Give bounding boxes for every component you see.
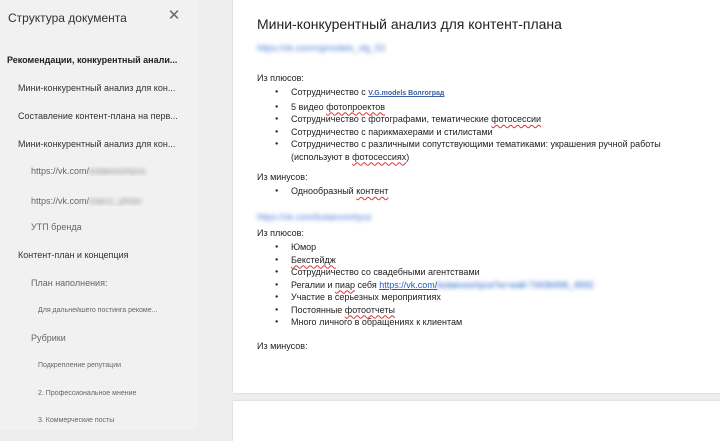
document-page[interactable]: Мини-конкурентный анализ для контент-пла… [233,0,720,393]
list-item: Постоянные фотоотчеты [257,304,712,317]
outline-item-mini-analysis-1[interactable]: Мини-конкурентный анализ для кон... [18,83,183,93]
minus-list-1: Однообразный контент [257,185,712,198]
vk-wall-link[interactable]: https://vk.com/ [379,280,437,290]
list-item: Много личного в обращениях к клиентам [257,316,712,329]
list-item-text: Постоянные [291,304,345,315]
list-item: 5 видео фотопроектов [257,101,712,114]
outline-link-text: https://vk.com/ [31,166,90,176]
outline-item-content-plan[interactable]: Составление контент-плана на перв... [18,111,183,121]
list-item-text: Регалии и [291,279,336,290]
vk-wall-link-blurred[interactable]: bulaevoortyca?w=wall-73436496_4592 [437,280,593,290]
document-outline-panel: Структура документа ✕ Рекомендации, конк… [0,0,197,430]
list-item-text: ) [406,151,410,162]
outline-item-fill-plan[interactable]: План наполнения: [31,278,181,288]
outline-item-utp[interactable]: УТП бренда [31,222,181,232]
outline-item-rubrics[interactable]: Рубрики [31,333,181,343]
misspelled-word[interactable]: контент [356,186,388,196]
outline-link-blurred: marc1_photo [89,196,142,206]
document-page-2[interactable] [233,401,720,441]
minus-label-1: Из минусов: [257,172,308,182]
misspelled-word[interactable]: фотосессии [491,114,541,124]
misspelled-word[interactable]: Бекстейдж [291,255,336,265]
list-item-text: Сотрудничество с различными сопутствующи… [291,139,661,162]
outline-item-professional-opinion[interactable]: 2. Профессиональное мнение [38,390,183,397]
list-item: Сотрудничество с парикмахерами и стилист… [257,126,712,139]
plus-label-2: Из плюсов: [257,228,304,238]
close-icon[interactable]: ✕ [166,8,182,24]
document-link-1[interactable]: https://vk.com/vgmodels_vlg_53 [257,43,385,53]
misspelled-word[interactable]: фотоотчеты [345,305,395,315]
minus-label-2: Из минусов: [257,341,308,351]
misspelled-word[interactable]: фотосессиях [352,152,406,162]
list-item-text: Сотрудничество с фотографами, тематическ… [291,114,492,124]
outline-item-further-posting[interactable]: Для дальнейшего постинга рекоме... [38,307,183,314]
plus-list-2: Юмор Бекстейдж Сотрудничество со свадебн… [257,241,712,329]
list-item-text: себя [354,279,380,290]
list-item-text: Сотрудничество с [291,87,369,97]
list-item: Сотрудничество с V.G.models Волгоград [257,86,712,101]
misspelled-word[interactable]: фотопроектов [326,102,385,112]
outline-item-recommendations[interactable]: Рекомендации, конкурентный анали... [7,55,185,65]
list-item: Сотрудничество с фотографами, тематическ… [257,113,712,126]
outline-title: Структура документа [8,11,127,25]
outline-item-vk-link-1[interactable]: https://vk.com/bulaevoortyca [31,166,181,176]
document-canvas: Мини-конкурентный анализ для контент-пла… [197,0,720,441]
outline-item-commercial-posts[interactable]: 3. Коммерческие посты [38,417,183,424]
list-item: Юмор [257,241,712,254]
list-item: Бекстейдж [257,254,712,267]
misspelled-word[interactable]: пиар [335,280,355,290]
outline-item-mini-analysis-2[interactable]: Мини-конкурентный анализ для кон... [18,139,183,149]
list-item: Сотрудничество со свадебными агентствами [257,266,712,279]
document-link-2[interactable]: https://vk.com/bulaevoortyca [257,212,371,222]
list-item-text: 5 видео [291,101,327,112]
outline-link-text: https://vk.com/ [31,196,90,206]
outline-link-blurred: bulaevoortyca [89,166,146,176]
list-item-text: Однообразный [291,186,357,196]
plus-list-1: Сотрудничество с V.G.models Волгоград 5 … [257,86,712,163]
outline-item-reputation[interactable]: Подкрепление репутации [38,362,183,369]
outline-item-vk-link-2[interactable]: https://vk.com/marc1_photo [31,196,181,206]
list-item: Сотрудничество с различными сопутствующи… [257,138,712,163]
list-item: Участие в серьезных мероприятиях [257,291,712,304]
list-item: Регалии и пиар себя https://vk.com/bulae… [257,279,712,292]
outline-header: Структура документа ✕ [0,0,197,38]
vgmodels-link[interactable]: V.G.models Волгоград [368,90,444,97]
plus-label-1: Из плюсов: [257,73,304,83]
list-item: Однообразный контент [257,185,712,198]
outline-item-content-concept[interactable]: Контент-план и концепция [18,250,183,260]
page-title: Мини-конкурентный анализ для контент-пла… [257,16,562,32]
